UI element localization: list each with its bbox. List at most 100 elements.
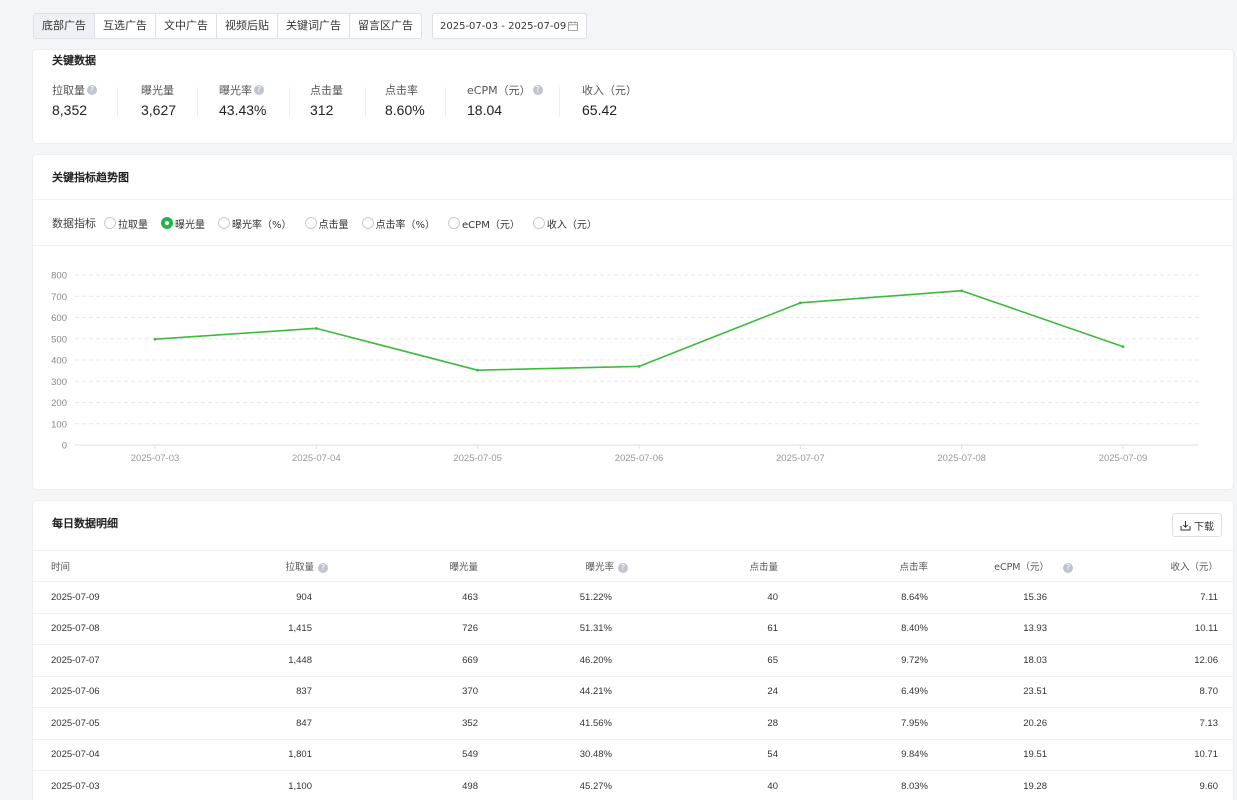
table-cell: 2025-07-04: [33, 738, 183, 771]
table-cell: 45.27%: [483, 770, 633, 800]
data-point[interactable]: [476, 368, 480, 372]
indicator-option-label: 拉取量: [118, 219, 148, 231]
radio-button[interactable]: [361, 217, 374, 229]
y-tick-label: 200: [51, 398, 67, 409]
indicator-option-label: 点击量: [318, 219, 349, 231]
metric-value: 65.42: [582, 102, 618, 118]
radio-button[interactable]: [161, 217, 173, 229]
metric-value: 8.60%: [385, 102, 425, 118]
key-data-card: 关键数据 拉取量? 8,352 曝光量 3,627 曝光率? 43.43% 点击量 312 点击…: [33, 50, 1233, 143]
column-header-label: 点击率: [899, 562, 928, 573]
column-header-label: 点击量: [749, 562, 778, 573]
radio-button[interactable]: [304, 217, 317, 229]
table-cell: 24: [633, 675, 783, 708]
y-tick-label: 700: [51, 292, 67, 303]
metric-label-wrap: 拉取量?: [52, 83, 97, 97]
data-point[interactable]: [314, 326, 318, 330]
series-line: [154, 289, 1124, 371]
x-tick-label: 2025-07-05: [453, 453, 502, 464]
x-tick-label: 2025-07-03: [131, 453, 180, 464]
metric-label-wrap: eCPM（元）?: [467, 83, 543, 97]
table-cell: 7.13: [1083, 707, 1233, 739]
tab-5[interactable]: 留言区广告: [350, 14, 421, 38]
column-header: 拉取量?: [183, 550, 333, 582]
table-cell: 40: [633, 770, 783, 800]
help-icon[interactable]: ?: [254, 85, 264, 95]
table-cell: 2025-07-05: [33, 707, 183, 739]
help-icon[interactable]: ?: [618, 563, 628, 573]
tab-3[interactable]: 视频后贴: [217, 14, 278, 38]
download-icon: [1180, 520, 1191, 530]
table-cell: 9.60: [1083, 770, 1233, 800]
table-cell: 8.03%: [783, 770, 933, 800]
tab-1[interactable]: 互选广告: [95, 14, 156, 38]
radio-button[interactable]: [218, 217, 230, 229]
data-point[interactable]: [1121, 345, 1125, 349]
table-cell: 8.64%: [783, 581, 933, 613]
ad-type-tabs: 底部广告 互选广告 文中广告 视频后贴 关键词广告 留言区广告: [33, 13, 422, 39]
daily-detail-card: 每日数据明细 下载 时间 拉取量? 曝光量 曝光率? 点击量 点击率 eCPM（元）? 收入（…: [33, 501, 1233, 800]
help-icon[interactable]: ?: [87, 85, 97, 95]
metric-separator: [117, 87, 118, 117]
table-cell: 9.72%: [783, 644, 933, 676]
data-point[interactable]: [798, 301, 802, 305]
column-header: 曝光量: [333, 550, 483, 582]
tab-0[interactable]: 底部广告: [34, 14, 95, 38]
metric-label-wrap: 收入（元）: [582, 83, 637, 97]
help-icon[interactable]: ?: [1063, 563, 1073, 573]
table-cell: 2025-07-06: [33, 675, 183, 708]
top-toolbar: 底部广告 互选广告 文中广告 视频后贴 关键词广告 留言区广告 2025-07-03 - …: [33, 13, 587, 39]
indicator-option-5[interactable]: eCPM（元）: [448, 216, 520, 231]
y-tick-label: 300: [51, 377, 67, 388]
date-range-text: 2025-07-03 - 2025-07-09: [440, 20, 567, 32]
indicator-option-0[interactable]: 拉取量: [104, 216, 148, 231]
metric-value: 18.04: [467, 102, 503, 118]
metric-label: eCPM（元）: [467, 84, 531, 97]
help-icon[interactable]: ?: [532, 85, 543, 95]
date-range-picker[interactable]: 2025-07-03 - 2025-07-09: [432, 13, 587, 39]
table-cell: 51.31%: [483, 612, 633, 645]
column-header: 收入（元）: [1083, 550, 1233, 582]
download-button[interactable]: 下载: [1172, 513, 1222, 537]
table-cell: 8.70: [1083, 675, 1233, 708]
table-body: 2025-07-09 904 463 51.22% 40 8.64% 15.36 7.11 20…: [33, 581, 1233, 800]
table-cell: 10.71: [1083, 738, 1233, 771]
table-row: 2025-07-09 904 463 51.22% 40 8.64% 15.36 7.11: [33, 581, 1233, 613]
table-cell: 6.49%: [783, 675, 933, 708]
data-point[interactable]: [637, 364, 641, 368]
tab-4[interactable]: 关键词广告: [278, 14, 350, 38]
tab-2[interactable]: 文中广告: [156, 14, 217, 38]
radio-button[interactable]: [448, 217, 461, 229]
y-tick-label: 0: [62, 441, 67, 452]
data-point[interactable]: [960, 289, 964, 293]
table-row: 2025-07-05 847 352 41.56% 28 7.95% 20.26 7.13: [33, 707, 1233, 739]
help-icon[interactable]: ?: [318, 563, 328, 573]
y-tick-label: 500: [51, 334, 67, 345]
data-point[interactable]: [153, 337, 157, 341]
trend-chart-card: 关键指标趋势图 数据指标 拉取量 曝光量 曝光率（%） 点击量 点击率（%） eCPM（元…: [33, 155, 1233, 489]
table-cell: 1,448: [183, 644, 333, 676]
metric-label: 收入（元）: [582, 84, 637, 97]
radio-button[interactable]: [532, 217, 545, 229]
metric-value: 43.43%: [219, 102, 267, 118]
metric-0: 拉取量? 8,352: [52, 83, 97, 119]
indicator-option-6[interactable]: 收入（元）: [532, 216, 597, 231]
key-data-title: 关键数据: [52, 54, 96, 67]
indicator-option-1[interactable]: 曝光量: [161, 216, 205, 231]
table-cell: 837: [183, 675, 333, 708]
indicator-option-3[interactable]: 点击量: [304, 216, 349, 231]
table-cell: 904: [183, 581, 333, 613]
x-tick-label: 2025-07-09: [1099, 453, 1148, 464]
radio-button[interactable]: [104, 217, 116, 229]
indicator-option-2[interactable]: 曝光率（%）: [218, 216, 292, 231]
table-cell: 15.36: [933, 581, 1083, 613]
table-cell: 549: [333, 738, 483, 771]
table-cell: 19.28: [933, 770, 1083, 800]
metric-label: 拉取量: [52, 84, 85, 97]
column-header: eCPM（元）?: [933, 550, 1083, 582]
indicator-option-label: 曝光率（%）: [232, 219, 292, 231]
column-header-label: 曝光率: [585, 562, 614, 573]
table-row: 2025-07-03 1,100 498 45.27% 40 8.03% 19.28 9.60: [33, 770, 1233, 800]
indicator-option-4[interactable]: 点击率（%）: [361, 216, 435, 231]
column-header-label: 时间: [51, 562, 71, 573]
